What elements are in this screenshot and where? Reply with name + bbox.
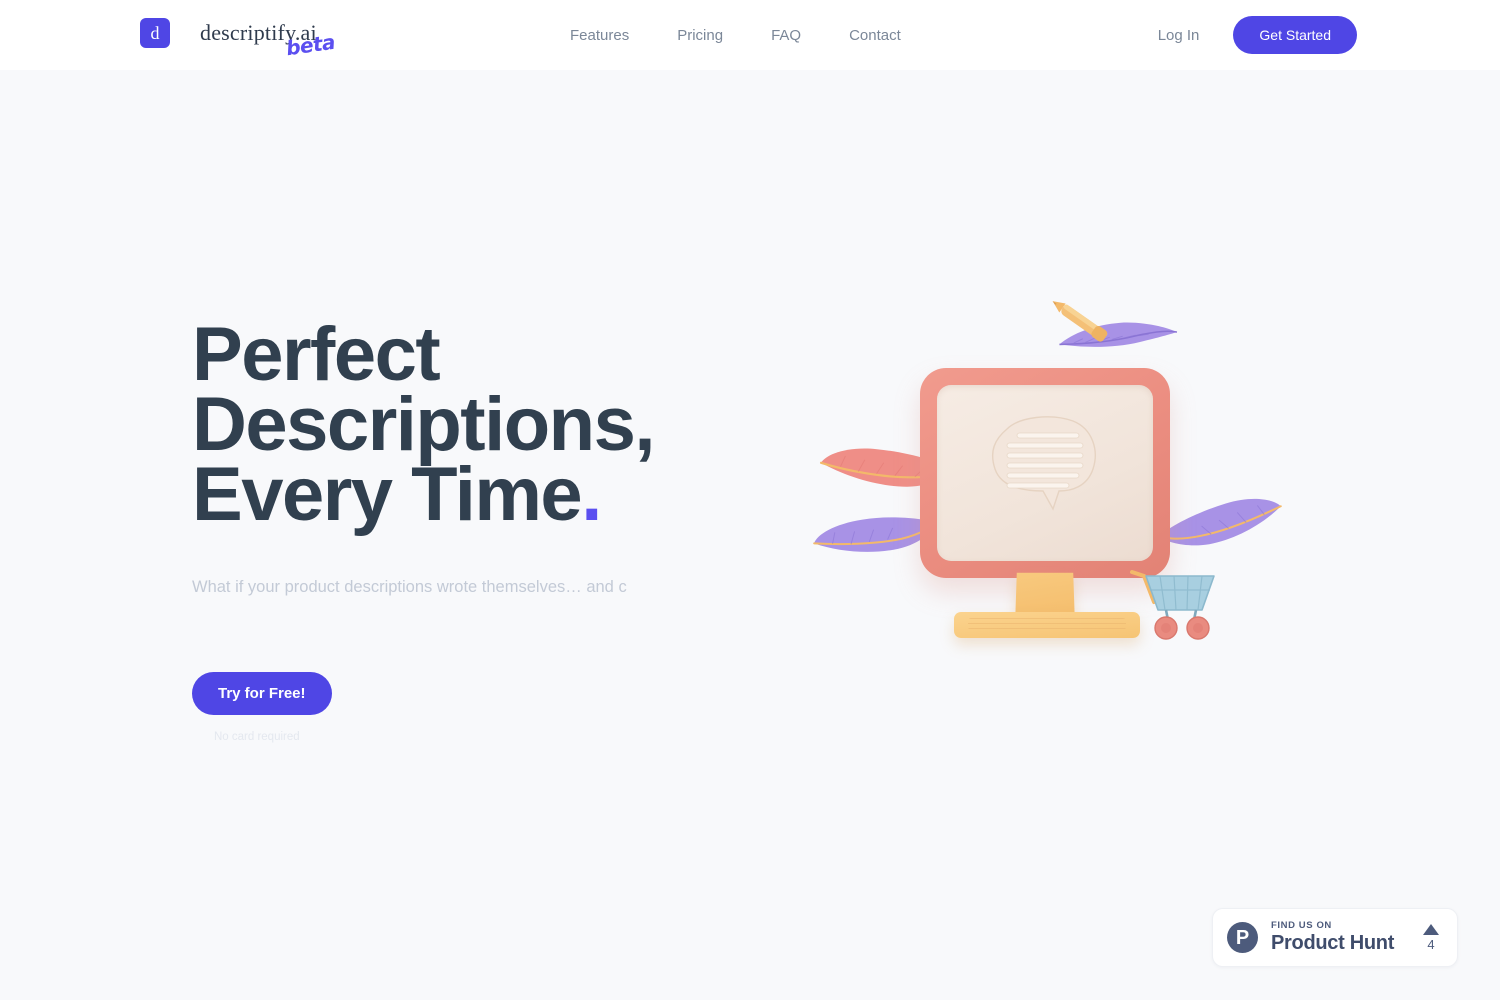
main-nav: Features Pricing FAQ Contact bbox=[570, 0, 901, 70]
header-actions: Log In Get Started bbox=[1158, 0, 1357, 70]
nav-item-contact[interactable]: Contact bbox=[849, 27, 901, 44]
product-hunt-find-us-label: FIND US ON bbox=[1271, 920, 1332, 931]
logo-mark-icon: d bbox=[140, 18, 170, 48]
shopping-cart-icon bbox=[1128, 562, 1224, 640]
try-for-free-button[interactable]: Try for Free! bbox=[192, 672, 332, 715]
login-link[interactable]: Log In bbox=[1158, 27, 1200, 44]
product-hunt-logo-letter: P bbox=[1235, 926, 1250, 949]
product-hunt-badge[interactable]: P FIND US ON Product Hunt 4 bbox=[1212, 908, 1458, 967]
hero-illustration bbox=[813, 290, 1282, 670]
product-hunt-name: Product Hunt bbox=[1271, 932, 1395, 954]
nav-item-faq[interactable]: FAQ bbox=[771, 27, 801, 44]
brand-name: descriptify.ai beta bbox=[200, 20, 336, 60]
monitor-icon bbox=[920, 368, 1170, 578]
brand-logo[interactable]: d descriptify.ai beta bbox=[140, 18, 336, 60]
headline-accent-dot: . bbox=[581, 452, 602, 537]
logo-mark-letter: d bbox=[150, 23, 160, 43]
keyboard-icon bbox=[954, 612, 1140, 638]
monitor-screen bbox=[937, 385, 1153, 561]
site-header: d descriptify.ai beta Features Pricing F… bbox=[0, 0, 1500, 70]
no-card-required-note: No card required bbox=[214, 731, 300, 743]
beta-badge: beta bbox=[284, 29, 337, 61]
nav-item-features[interactable]: Features bbox=[570, 27, 629, 44]
hero-subheadline: What if your product descriptions wrote … bbox=[192, 578, 627, 596]
product-hunt-upvote[interactable]: 4 bbox=[1423, 923, 1443, 952]
get-started-button[interactable]: Get Started bbox=[1233, 16, 1357, 54]
product-hunt-logo-icon: P bbox=[1227, 922, 1258, 953]
nav-item-pricing[interactable]: Pricing bbox=[677, 27, 723, 44]
upvote-count: 4 bbox=[1427, 936, 1435, 952]
headline-line-3: Every Time bbox=[192, 452, 583, 537]
upvote-arrow-icon bbox=[1423, 923, 1439, 935]
page-title: Perfect Descriptions, Every Time. bbox=[192, 317, 812, 533]
gold-pen-icon bbox=[1042, 296, 1132, 358]
product-hunt-text: FIND US ON Product Hunt bbox=[1271, 920, 1423, 955]
speech-bubble-icon bbox=[987, 413, 1105, 521]
hero-section: Perfect Descriptions, Every Time. What i… bbox=[192, 317, 812, 743]
